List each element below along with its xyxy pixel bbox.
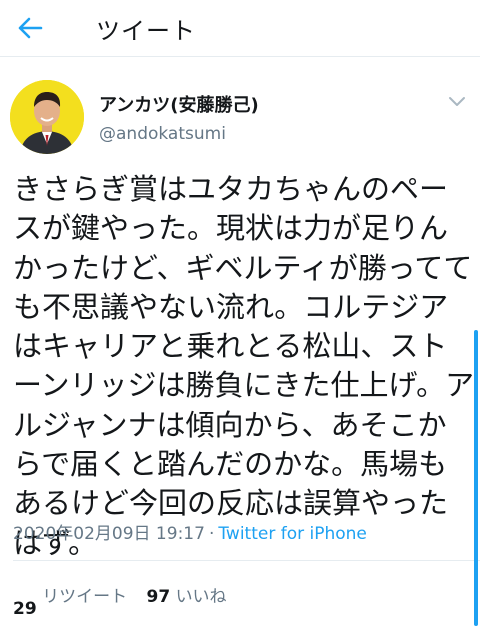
meta-separator: · [208,524,215,544]
profile-photo-icon [10,80,84,154]
author-handle[interactable]: @andokatsumi [99,124,226,144]
top-bar: ツイート [0,0,480,57]
tweet-text: きさらぎ賞はユタカちゃんのペースが鍵やった。現状は力が足りんかったけど、ギベルテ… [13,172,475,560]
tweet-detail-page: ツイート アンカツ(安藤勝己) @andokatsumi きさらぎ賞はユタカちゃ… [0,0,480,626]
retweets-stat[interactable]: 29 リツイート [13,582,128,619]
tweet-client-link[interactable]: Twitter for iPhone [218,524,367,544]
tweet-timestamp[interactable]: 2020年02月09日 19:17 [13,524,205,544]
page-title: ツイート [96,17,196,45]
likes-count: 97 [146,587,171,607]
divider [13,560,480,561]
likes-stat[interactable]: 97 いいね [146,582,226,607]
author-display-name[interactable]: アンカツ(安藤勝己) [99,91,259,117]
arrow-left-icon [18,17,43,39]
retweets-label: リツイート [42,587,128,607]
tweet-stats: 29 リツイート 97 いいね [13,582,241,619]
avatar[interactable] [10,80,84,154]
likes-label: いいね [175,587,227,607]
tweet-options-button[interactable] [446,94,468,110]
tweet-meta: 2020年02月09日 19:17 · Twitter for iPhone [13,519,367,544]
retweets-count: 29 [13,599,37,619]
scrollbar[interactable] [474,330,478,626]
chevron-down-icon [449,97,465,106]
back-button[interactable] [14,12,46,44]
